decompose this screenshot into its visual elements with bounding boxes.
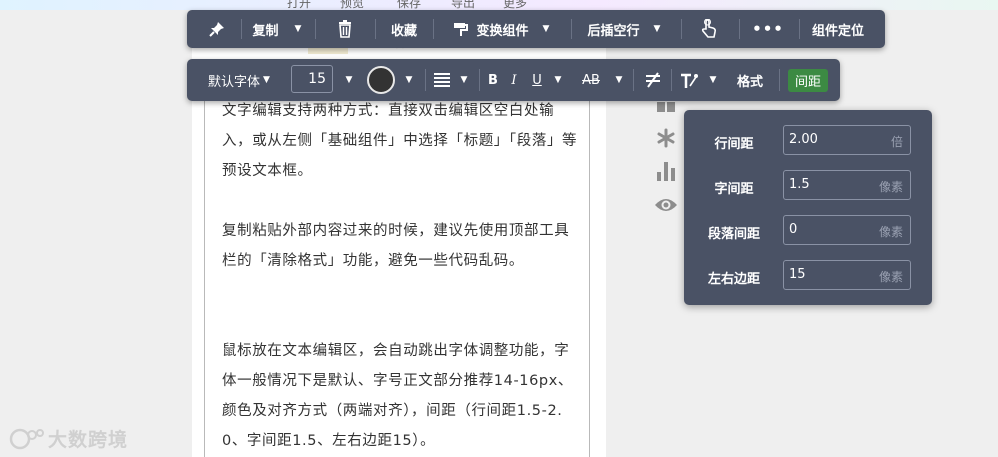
chevron-down-icon: ▼ (263, 75, 270, 85)
paragraph-3[interactable]: 鼠标放在文本编辑区，会自动跳出字体调整功能，字体一般情况下是默认、字号正文部分推… (222, 336, 578, 456)
watermark-logo-icon (9, 428, 44, 449)
chevron-down-icon[interactable]: ▼ (543, 24, 550, 34)
side-margin-unit: 像素 (878, 270, 903, 284)
format-button[interactable]: 格式 (729, 59, 771, 101)
paragraph-spacing-unit: 像素 (878, 225, 903, 239)
chevron-down-icon[interactable]: ▼ (295, 24, 302, 34)
trash-icon[interactable] (327, 10, 363, 48)
favorite-button[interactable]: 收藏 (383, 10, 425, 48)
letter-spacing-input[interactable]: 1.5 像素 (783, 170, 911, 200)
paint-roller-icon (453, 23, 468, 36)
spacing-panel: 行间距 2.00 倍 字间距 1.5 像素 段落间距 0 像素 左右边距 15 … (684, 110, 932, 305)
line-height-unit: 倍 (890, 135, 903, 149)
insert-label: 后插空行 (587, 23, 640, 39)
convert-label: 变换组件 (476, 23, 529, 39)
align-dropdown[interactable]: ▼ (453, 59, 475, 101)
paragraph-spacing-label: 段落间距 (707, 227, 760, 242)
insert-line-button[interactable]: 后插空行 ▼ (581, 10, 667, 48)
copy-button[interactable]: 复制 ▼ (247, 10, 307, 48)
line-height-value: 2.00 (789, 132, 818, 147)
more-icon[interactable]: ••• (745, 10, 791, 48)
font-size-dropdown[interactable]: ▼ (337, 59, 361, 101)
side-margin-value: 15 (789, 267, 806, 282)
paragraph-spacing-value: 0 (789, 222, 798, 237)
font-family-select[interactable]: 默认字体 ▼ (197, 59, 281, 101)
copy-label: 复制 (252, 23, 279, 39)
font-size-input[interactable]: 15 (291, 65, 333, 93)
text-style-icon[interactable] (675, 59, 703, 101)
convert-component-button[interactable]: 变换组件 ▼ (439, 10, 563, 48)
strike-dropdown[interactable]: ▼ (609, 59, 629, 101)
font-family-label: 默认字体 (208, 74, 261, 90)
text-color-swatch[interactable] (367, 66, 395, 94)
eye-icon[interactable] (654, 196, 678, 214)
side-margin-input[interactable]: 15 像素 (783, 260, 911, 290)
text-style-dropdown[interactable]: ▼ (703, 59, 723, 101)
italic-button[interactable]: I (503, 59, 525, 101)
chevron-down-icon: ▼ (405, 75, 413, 85)
spacing-button[interactable]: 间距 (788, 69, 828, 92)
chevron-down-icon: ▼ (554, 75, 562, 85)
paragraph-2[interactable]: 复制粘贴外部内容过来的时候，建议先使用顶部工具栏的「清除格式」功能，避免一些代码… (222, 216, 578, 276)
chevron-down-icon: ▼ (709, 75, 717, 85)
align-justify-icon[interactable] (431, 59, 453, 101)
strikethrough-button[interactable]: AB (577, 59, 605, 101)
color-dropdown[interactable]: ▼ (399, 59, 419, 101)
line-height-label: 行间距 (714, 137, 754, 152)
locate-component-button[interactable]: 组件定位 (805, 10, 871, 48)
hand-pointer-icon[interactable] (693, 10, 725, 48)
bold-button[interactable]: B (481, 59, 505, 101)
side-margin-label: 左右边距 (707, 272, 760, 287)
chevron-down-icon[interactable]: ▼ (654, 24, 661, 34)
snowflake-icon[interactable] (654, 128, 678, 148)
chevron-down-icon: ▼ (345, 75, 353, 85)
bar-chart-icon[interactable] (654, 160, 678, 182)
chevron-down-icon: ▼ (460, 75, 468, 85)
underline-button[interactable]: U (525, 59, 549, 101)
letter-spacing-unit: 像素 (878, 180, 903, 194)
watermark-text: 大数跨境 (48, 429, 129, 451)
text-editor-area[interactable]: 文字编辑支持两种方式：直接双击编辑区空白处输入，或从左侧「基础组件」中选择「标题… (204, 95, 590, 457)
chevron-down-icon: ▼ (615, 75, 623, 85)
letter-spacing-value: 1.5 (789, 177, 810, 192)
component-toolbar: 复制 ▼ 收藏 变换组件 ▼ 后插空行 ▼ ••• 组件定位 (187, 10, 885, 48)
watermark: 大数跨境 (8, 425, 128, 452)
letter-spacing-label: 字间距 (714, 182, 754, 197)
text-format-toolbar: 默认字体 ▼ 15 ▼ ▼ ▼ B I U ▼ AB ▼ ▼ 格式 间距 (187, 59, 840, 101)
clear-format-icon[interactable] (639, 59, 667, 101)
paragraph-spacing-input[interactable]: 0 像素 (783, 215, 911, 245)
top-menu: 打开 预览 保存 导出 更多 (0, 0, 998, 10)
underline-dropdown[interactable]: ▼ (549, 59, 567, 101)
line-height-input[interactable]: 2.00 倍 (783, 125, 911, 155)
paragraph-1[interactable]: 文字编辑支持两种方式：直接双击编辑区空白处输入，或从左侧「基础组件」中选择「标题… (222, 96, 578, 186)
pin-icon[interactable] (197, 10, 237, 48)
